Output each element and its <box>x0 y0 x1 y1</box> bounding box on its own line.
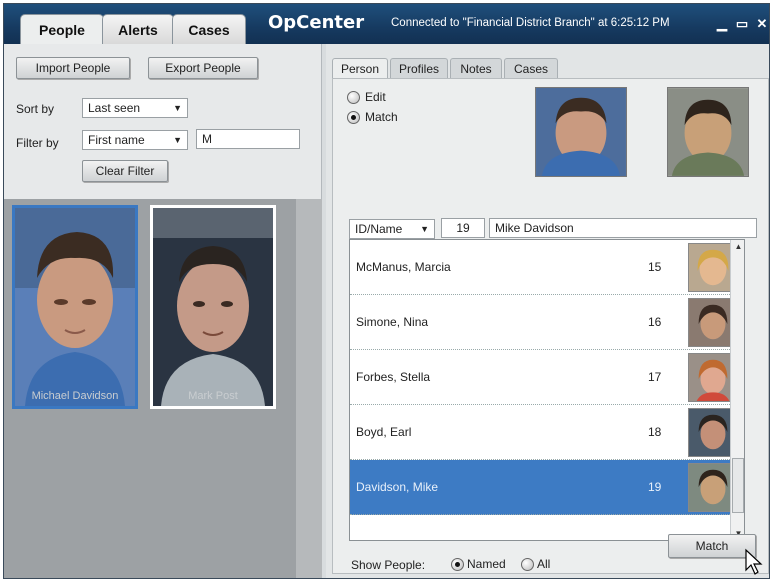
tab-cases[interactable]: Cases <box>172 14 246 44</box>
name-input[interactable]: Mike Davidson <box>489 218 757 238</box>
minimize-icon[interactable]: ▁ <box>714 16 730 32</box>
profile-face-photo <box>667 87 749 177</box>
gallery-item[interactable]: Michael Davidson <box>12 205 138 409</box>
sort-select-value: Last seen <box>88 101 141 115</box>
named-label: Named <box>467 557 506 571</box>
clear-filter-button[interactable]: Clear Filter <box>82 160 168 182</box>
list-item[interactable]: Forbes, Stella 17 <box>350 350 738 405</box>
list-item-id: 16 <box>648 315 662 329</box>
list-scrollbar[interactable]: ▲ ▼ <box>730 240 744 540</box>
scroll-up-icon[interactable]: ▲ <box>731 240 744 253</box>
list-item-name: Davidson, Mike <box>356 480 439 494</box>
person-tab-body: Edit Match ID/Name ▼ 19 Mike Davidson Mc… <box>332 78 769 574</box>
gallery-scrollbar[interactable] <box>296 199 322 578</box>
id-type-select[interactable]: ID/Name ▼ <box>349 219 435 239</box>
captured-face-photo <box>535 87 627 177</box>
all-label: All <box>537 557 551 571</box>
show-people-label: Show People: <box>351 558 426 572</box>
list-item[interactable]: Simone, Nina 16 <box>350 295 738 350</box>
tab-alerts[interactable]: Alerts <box>102 14 174 44</box>
chevron-down-icon: ▼ <box>420 224 429 234</box>
edit-label: Edit <box>365 90 386 104</box>
filter-field-value: First name <box>88 133 145 147</box>
list-item-name: Forbes, Stella <box>356 370 431 384</box>
gallery-item-name: Mark Post <box>188 390 238 402</box>
person-photo <box>153 208 273 406</box>
id-type-value: ID/Name <box>355 222 403 236</box>
import-people-button[interactable]: Import People <box>16 57 130 79</box>
match-button[interactable]: Match <box>668 534 756 558</box>
id-input[interactable]: 19 <box>441 218 485 238</box>
sort-by-label: Sort by <box>16 102 55 116</box>
mouse-cursor-icon <box>745 548 763 575</box>
people-panel: Import People Export People Sort by Last… <box>4 44 322 578</box>
filter-input[interactable]: M <box>196 129 300 149</box>
app-title: OpCenter <box>268 12 365 33</box>
all-radio[interactable] <box>521 558 534 571</box>
list-item-name: Boyd, Earl <box>356 425 412 439</box>
list-item-id: 15 <box>648 260 662 274</box>
connection-status: Connected to "Financial District Branch"… <box>391 17 670 29</box>
named-radio[interactable] <box>451 558 464 571</box>
chevron-down-icon: ▼ <box>173 135 182 145</box>
list-item-name: Simone, Nina <box>356 315 429 329</box>
gallery-item-name: Michael Davidson <box>31 390 119 402</box>
app-window: People Alerts Cases OpCenter Connected t… <box>3 3 770 579</box>
tab-people[interactable]: People <box>20 14 104 44</box>
list-item[interactable]: McManus, Marcia 15 <box>350 240 738 295</box>
scroll-thumb[interactable] <box>732 458 744 513</box>
gallery-item[interactable]: Mark Post <box>150 205 276 409</box>
list-item-id: 19 <box>648 480 662 494</box>
list-item[interactable]: Davidson, Mike 19 <box>350 460 738 515</box>
list-item-id: 17 <box>648 370 662 384</box>
person-detail-panel: Person Profiles Notes Cases Edit Match I… <box>326 44 769 578</box>
match-radio[interactable] <box>347 111 360 124</box>
filter-by-label: Filter by <box>16 136 59 150</box>
list-item-name: McManus, Marcia <box>356 260 451 274</box>
chevron-down-icon: ▼ <box>173 103 182 113</box>
person-photo <box>15 208 135 406</box>
filter-field-select[interactable]: First name ▼ <box>82 130 188 150</box>
tab-cases-detail[interactable]: Cases <box>504 58 558 78</box>
maximize-icon[interactable]: ▭ <box>734 16 750 32</box>
tab-notes[interactable]: Notes <box>450 58 502 78</box>
export-people-button[interactable]: Export People <box>148 57 258 79</box>
edit-radio[interactable] <box>347 91 360 104</box>
list-item-id: 18 <box>648 425 662 439</box>
tab-person[interactable]: Person <box>332 58 388 78</box>
sort-select[interactable]: Last seen ▼ <box>82 98 188 118</box>
tab-profiles[interactable]: Profiles <box>390 58 448 78</box>
person-gallery: Michael Davidson Mark Post <box>4 199 322 578</box>
match-label: Match <box>365 110 398 124</box>
title-bar: People Alerts Cases OpCenter Connected t… <box>4 4 769 44</box>
list-item[interactable]: Boyd, Earl 18 <box>350 405 738 460</box>
close-icon[interactable]: ✕ <box>754 16 769 32</box>
person-list: McManus, Marcia 15 Simone, Nina 16 Forbe… <box>349 239 745 541</box>
